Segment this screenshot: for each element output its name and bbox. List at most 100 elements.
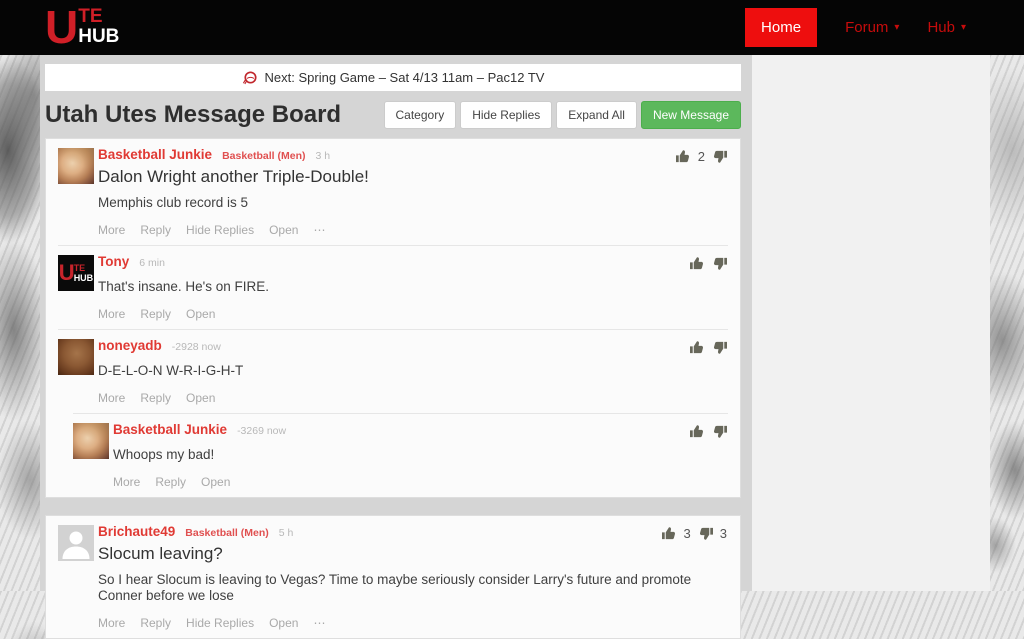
logo-letter-u: U [45, 3, 76, 51]
forum-thread: 2Basketball JunkieBasketball (Men)3 hDal… [45, 138, 741, 498]
top-navigation: Home Forum ▾ Hub ▾ [745, 0, 966, 55]
post-actions: More Reply Hide Replies Open ⋯ [98, 223, 728, 237]
post-author-link[interactable]: Tony [98, 254, 129, 269]
forum-post: Basketball Junkie-3269 nowWhoops my bad!… [73, 413, 728, 497]
post-category-label: Basketball (Men) [222, 149, 305, 164]
logo-te: TE [78, 8, 119, 26]
utes-drum-icon [242, 70, 258, 86]
nav-forum-label: Forum [845, 19, 888, 36]
avatar-woman-photo[interactable] [58, 148, 94, 184]
like-count: 3 [684, 526, 691, 541]
board-header: Utah Utes Message Board Category Hide Re… [45, 101, 741, 129]
forum-post: 2Basketball JunkieBasketball (Men)3 hDal… [58, 139, 728, 245]
post-meta: Brichaute49 Basketball (Men) 5 h [98, 524, 728, 541]
post-actions: More Reply Hide Replies Open ⋯ [98, 616, 728, 630]
utehub-mini-logo: UTEHUB [59, 262, 93, 284]
thumb-up-icon[interactable] [690, 424, 705, 439]
post-meta: noneyadb -2928 now [98, 338, 728, 355]
action-link-reply[interactable]: Reply [140, 307, 171, 321]
post-body: Memphis club record is 5 [98, 195, 728, 211]
thumb-down-icon[interactable] [712, 424, 727, 439]
post-title: Dalon Wright another Triple-Double! [98, 167, 728, 187]
thumb-up-icon[interactable] [690, 340, 705, 355]
main-content: Next: Spring Game – Sat 4/13 11am – Pac1… [40, 55, 752, 591]
nav-home-label: Home [761, 19, 801, 36]
action-link-more-options[interactable]: ⋯ [313, 616, 325, 630]
right-sidebar [752, 55, 990, 591]
thumb-down-icon[interactable] [712, 340, 727, 355]
action-link-more[interactable]: More [98, 223, 125, 237]
post-body: D-E-L-O-N W-R-I-G-H-T [98, 363, 728, 379]
post-main: Tony6 min That's insane. He's on FIRE. Mor… [98, 254, 728, 321]
action-link-reply[interactable]: Reply [140, 391, 171, 405]
forum-post: noneyadb -2928 now D-E-L-O-N W-R-I-G-H-T Mo… [58, 329, 728, 413]
action-link-reply[interactable]: Reply [140, 223, 171, 237]
action-link-open[interactable]: Open [201, 475, 230, 489]
post-votes [690, 424, 727, 439]
action-link-reply[interactable]: Reply [155, 475, 186, 489]
category-button[interactable]: Category [384, 101, 457, 129]
forum-post: UTEHUB Tony6 min That's insane. He's on FI… [58, 245, 728, 329]
hide-replies-button[interactable]: Hide Replies [460, 101, 552, 129]
utehub-logo[interactable]: U TE HUB [45, 3, 119, 51]
post-author-link[interactable]: Basketball Junkie [113, 422, 227, 437]
post-body: That's insane. He's on FIRE. [98, 279, 728, 295]
post-author-link[interactable]: noneyadb [98, 338, 162, 353]
thumb-down-icon[interactable] [712, 256, 727, 271]
avatar-person-silhouette[interactable] [58, 525, 94, 561]
action-link-hide-replies[interactable]: Hide Replies [186, 223, 254, 237]
nav-item-forum[interactable]: Forum ▾ [845, 19, 899, 36]
forum-post: 33 Brichaute49 Basketball (Men) 5 h Slocum l… [58, 516, 728, 638]
action-link-reply[interactable]: Reply [140, 616, 171, 630]
post-body: So I hear Slocum is leaving to Vegas? Ti… [98, 572, 728, 604]
threads-list: 2Basketball JunkieBasketball (Men)3 hDal… [40, 138, 752, 639]
avatar-woman-photo[interactable] [73, 423, 109, 459]
next-game-text: Next: Spring Game – Sat 4/13 11am – Pac1… [265, 70, 545, 85]
thumb-up-icon[interactable] [676, 149, 691, 164]
chevron-down-icon: ▾ [894, 22, 899, 33]
action-link-more[interactable]: More [113, 475, 140, 489]
action-link-more[interactable]: More [98, 307, 125, 321]
thumb-down-icon[interactable] [698, 526, 713, 541]
person-silhouette-icon [58, 525, 94, 561]
board-toolbar: Category Hide Replies Expand All New Mes… [384, 101, 742, 129]
thumb-up-icon[interactable] [662, 526, 677, 541]
post-votes: 2 [676, 149, 727, 164]
thumb-up-icon[interactable] [690, 256, 705, 271]
post-actions: More Reply Open [98, 391, 728, 405]
nav-item-home[interactable]: Home [745, 8, 817, 47]
action-link-more[interactable]: More [98, 616, 125, 630]
action-link-more[interactable]: More [98, 391, 125, 405]
post-votes [690, 340, 727, 355]
forum-thread: 33 Brichaute49 Basketball (Men) 5 h Slocum l… [45, 515, 741, 639]
post-actions: More Reply Open [98, 307, 728, 321]
post-votes: 33 [662, 526, 727, 541]
action-link-open[interactable]: Open [186, 391, 215, 405]
logo-hub: HUB [78, 26, 119, 47]
post-main: Brichaute49 Basketball (Men) 5 h Slocum lea… [98, 524, 728, 630]
new-message-button[interactable]: New Message [641, 101, 741, 129]
post-meta: Tony6 min [98, 254, 728, 271]
post-title: Slocum leaving? [98, 544, 728, 564]
action-link-hide-replies[interactable]: Hide Replies [186, 616, 254, 630]
next-game-banner[interactable]: Next: Spring Game – Sat 4/13 11am – Pac1… [45, 64, 741, 91]
action-link-open[interactable]: Open [186, 307, 215, 321]
avatar-dog-photo[interactable] [58, 339, 94, 375]
logo-stack: TE HUB [78, 8, 119, 47]
action-link-open[interactable]: Open [269, 223, 298, 237]
nav-item-hub[interactable]: Hub ▾ [927, 19, 966, 36]
expand-all-button[interactable]: Expand All [556, 101, 637, 129]
post-meta: Basketball JunkieBasketball (Men)3 h [98, 147, 728, 164]
post-timestamp: -2928 now [172, 340, 221, 355]
post-author-link[interactable]: Basketball Junkie [98, 147, 212, 162]
action-link-open[interactable]: Open [269, 616, 298, 630]
post-main: Basketball Junkie-3269 nowWhoops my bad!… [113, 422, 728, 489]
thumb-down-icon[interactable] [712, 149, 727, 164]
post-author-link[interactable]: Brichaute49 [98, 524, 175, 539]
avatar-utehub-logo[interactable]: UTEHUB [58, 255, 94, 291]
post-main: Basketball JunkieBasketball (Men)3 hDalo… [98, 147, 728, 237]
post-main: noneyadb -2928 now D-E-L-O-N W-R-I-G-H-T Mo… [98, 338, 728, 405]
post-category-label: Basketball (Men) [185, 526, 268, 541]
post-timestamp: 5 h [279, 526, 294, 541]
action-link-more-options[interactable]: ⋯ [313, 223, 325, 237]
